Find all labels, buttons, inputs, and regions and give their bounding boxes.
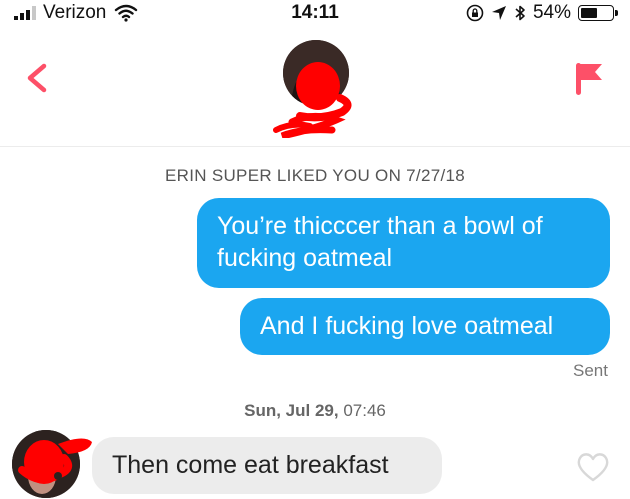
battery-percent: 54% <box>532 2 571 23</box>
heart-icon[interactable] <box>575 450 611 484</box>
sent-status: Sent <box>573 361 608 380</box>
redaction-scribble <box>18 438 92 484</box>
outgoing-message[interactable]: You’re thicccer than a bowl of fucking o… <box>197 198 610 288</box>
screen-lock-icon <box>466 4 484 22</box>
timestamp-time: 07:46 <box>343 401 386 420</box>
bluetooth-icon <box>515 5 525 21</box>
status-bar: Verizon 14:11 54% <box>0 0 630 28</box>
location-icon <box>491 6 506 20</box>
battery-level <box>581 8 597 18</box>
outgoing-message[interactable]: And I fucking love oatmeal <box>240 298 610 355</box>
chat-header <box>0 28 630 147</box>
battery-icon <box>578 5 618 21</box>
chevron-left-icon[interactable] <box>18 58 58 98</box>
incoming-message[interactable]: Then come eat breakfast <box>92 437 442 494</box>
status-indicators: 54% <box>466 2 618 24</box>
super-like-notice: ERIN SUPER LIKED YOU ON 7/27/18 <box>165 166 465 185</box>
flag-icon[interactable] <box>572 58 608 98</box>
redaction-scribble <box>273 62 352 138</box>
message-timestamp: Sun, Jul 29, 07:46 <box>0 401 630 421</box>
timestamp-date: Sun, Jul 29, <box>244 401 339 420</box>
